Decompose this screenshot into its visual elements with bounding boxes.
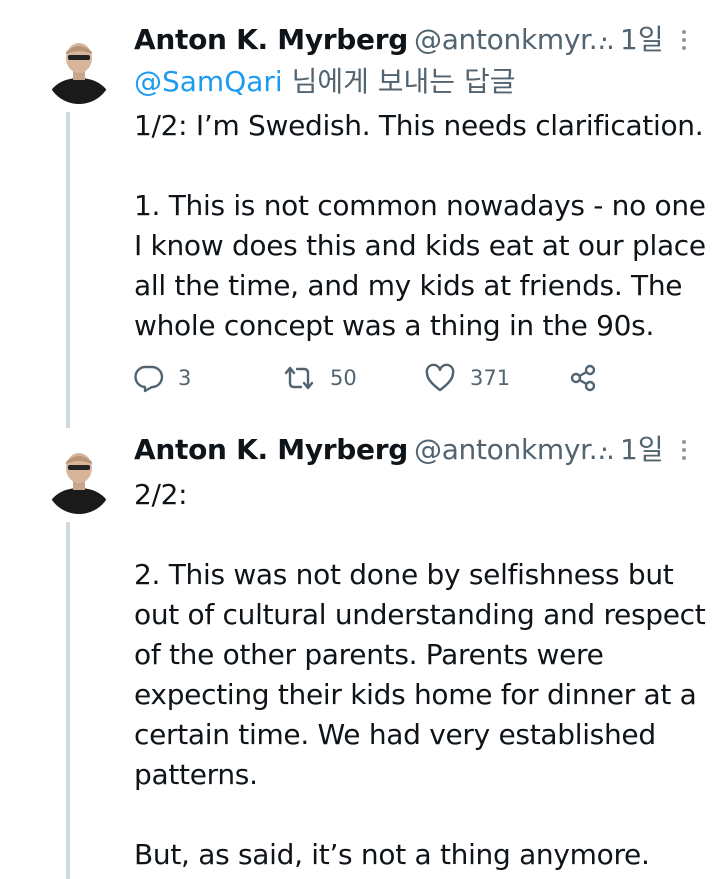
share-button[interactable] (568, 358, 598, 398)
reply-icon (134, 363, 164, 393)
reply-to-suffix: 님에게 보내는 답글 (282, 65, 516, 98)
more-icon[interactable] (674, 26, 694, 54)
like-count: 371 (470, 366, 511, 390)
reply-to-mention[interactable]: @SamQari (134, 65, 283, 98)
author-name[interactable]: Anton K. Myrberg (134, 23, 408, 56)
tweet[interactable]: Anton K. Myrberg @antonkmyr... · 1일 @SamQ… (0, 0, 720, 428)
reply-context: @SamQari 님에게 보내는 답글 (134, 62, 516, 102)
separator-dot: · (600, 23, 609, 56)
retweet-count: 50 (330, 366, 357, 390)
avatar[interactable] (46, 38, 112, 104)
author-name[interactable]: Anton K. Myrberg (134, 433, 408, 466)
tweet-actions: 3 50 371 (134, 358, 614, 398)
like-button[interactable]: 371 (424, 358, 510, 398)
share-icon (568, 363, 598, 393)
separator-dot: · (600, 433, 609, 466)
retweet-button[interactable]: 50 (282, 358, 357, 398)
tweet[interactable]: Anton K. Myrberg @antonkmyr... · 1일 2/2: … (0, 418, 720, 879)
author-handle[interactable]: @antonkmyr... (414, 23, 615, 56)
avatar[interactable] (46, 448, 112, 514)
reply-button[interactable]: 3 (134, 358, 191, 398)
tweet-text: 1/2: I’m Swedish. This needs clarificati… (134, 109, 706, 342)
thread-line (66, 522, 70, 879)
timestamp[interactable]: 1일 (620, 430, 664, 470)
like-icon (424, 363, 456, 393)
tweet-header: Anton K. Myrberg @antonkmyr... · 1일 (134, 20, 720, 60)
author-handle[interactable]: @antonkmyr... (414, 433, 615, 466)
tweet-text: 2/2: 2. This was not done by selfishness… (134, 478, 706, 871)
more-icon[interactable] (674, 436, 694, 464)
retweet-icon (282, 363, 316, 393)
tweet-header: Anton K. Myrberg @antonkmyr... · 1일 (134, 430, 720, 470)
reply-count: 3 (178, 366, 192, 390)
timestamp[interactable]: 1일 (620, 20, 664, 60)
thread-line (66, 112, 70, 428)
